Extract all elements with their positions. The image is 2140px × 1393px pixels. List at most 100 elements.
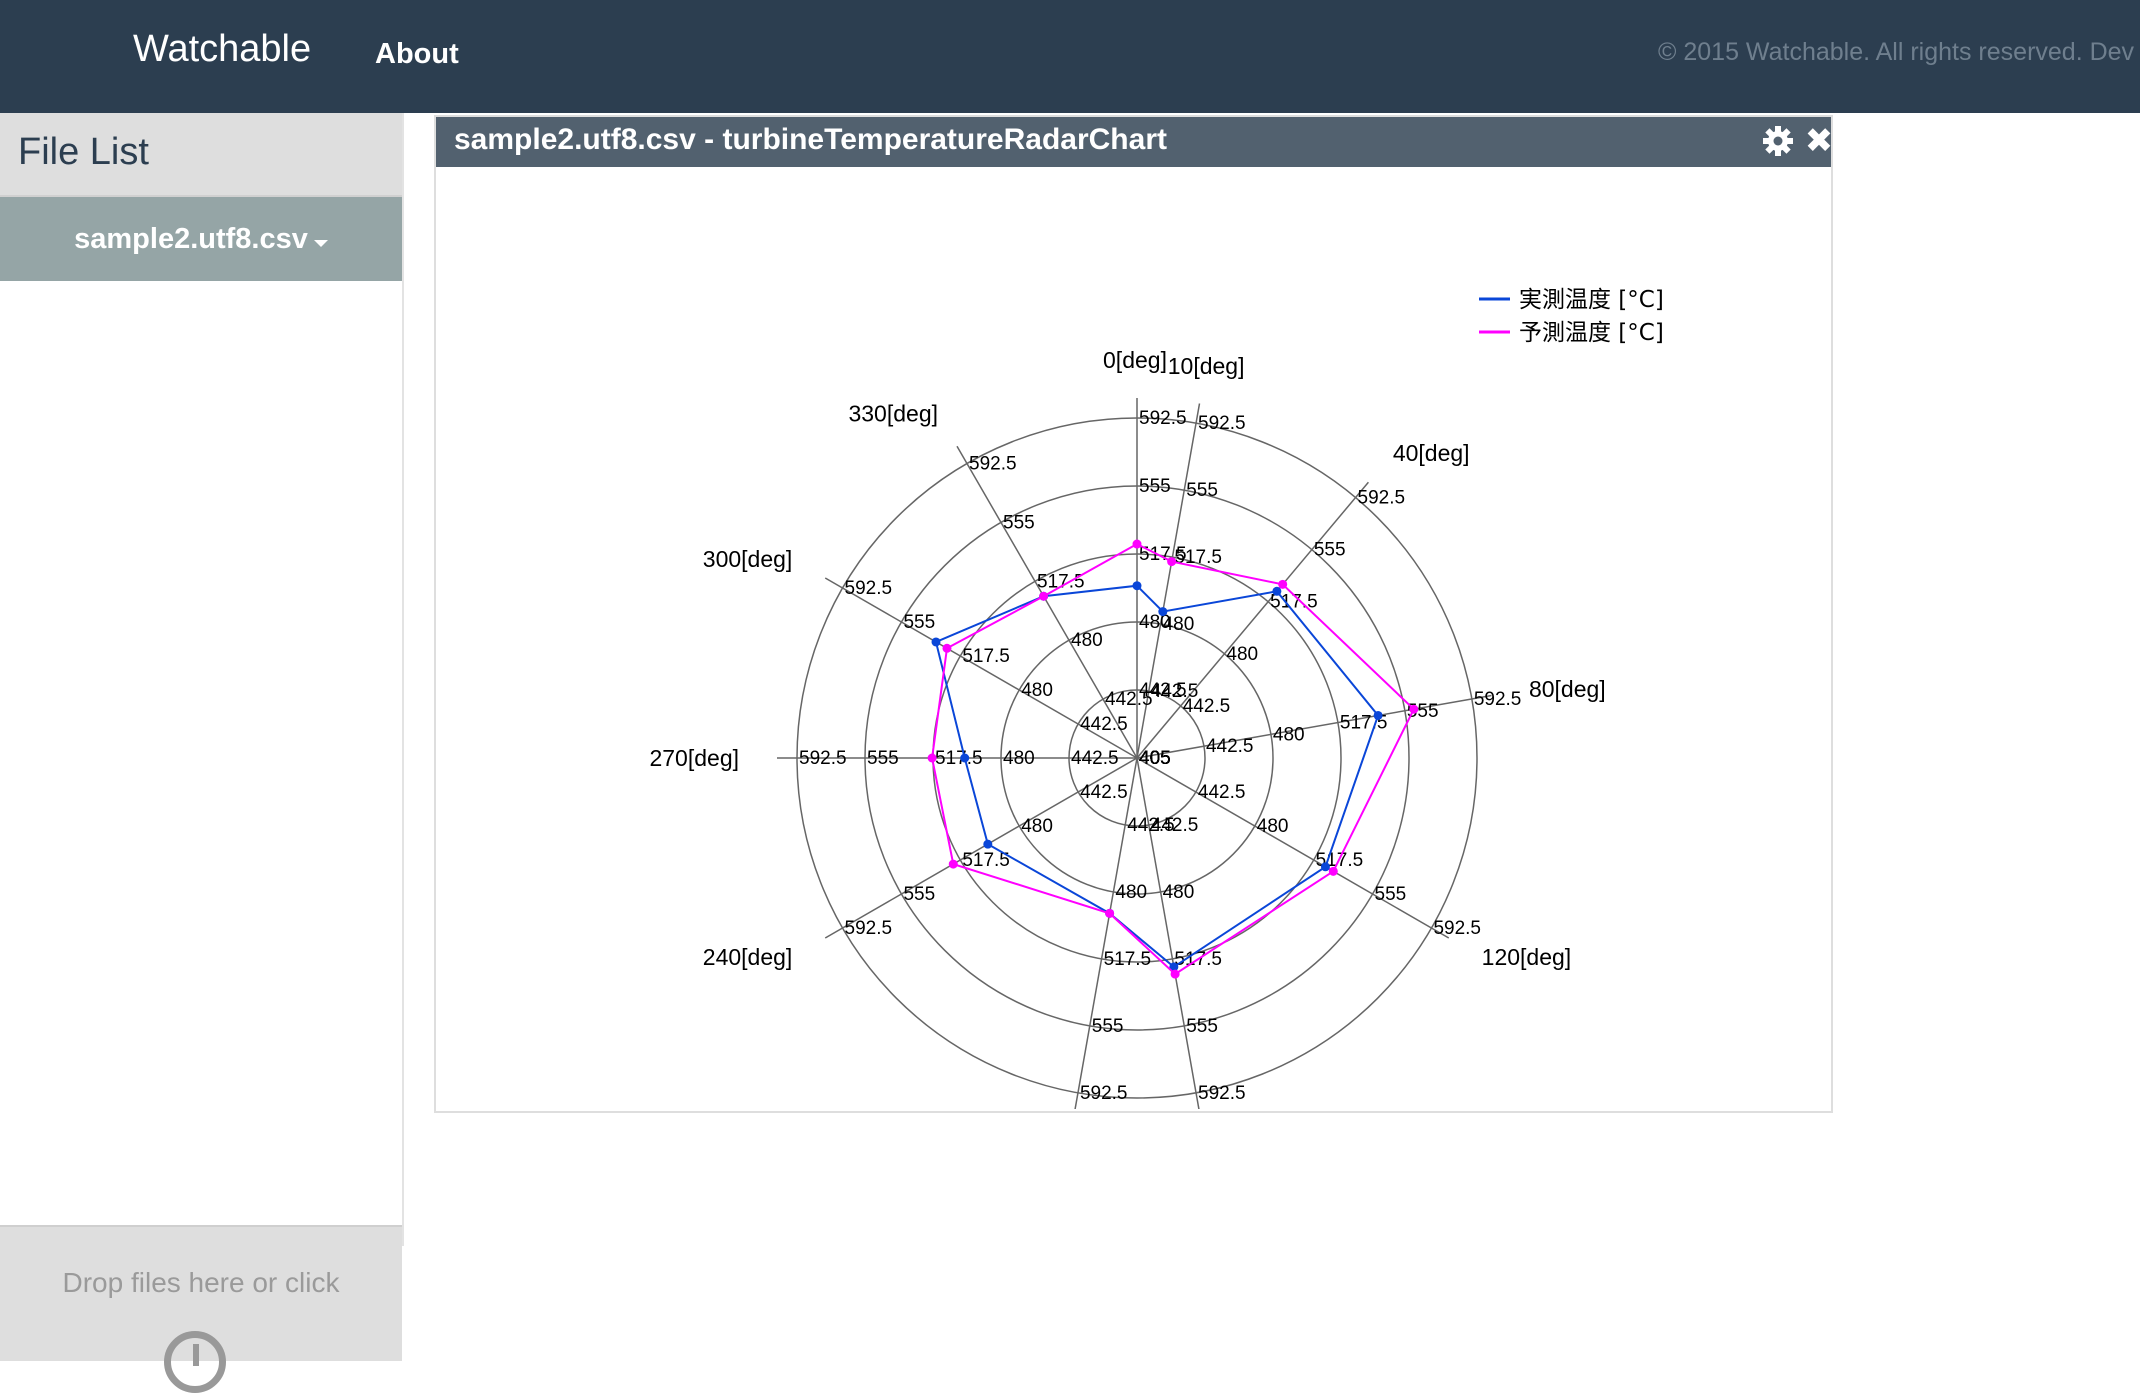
data-point	[1132, 539, 1142, 549]
tick-label: 517.5	[1174, 547, 1222, 568]
tick-label: 592.5	[799, 748, 847, 769]
data-point	[1132, 581, 1142, 591]
tick-label: 555	[1375, 884, 1407, 905]
tick-label: 480	[1003, 748, 1035, 769]
file-list-header: File List	[0, 113, 402, 197]
tick-label: 555	[1314, 540, 1346, 561]
sidebar: File List sample2.utf8.csv Drop files he…	[0, 113, 404, 1393]
tick-label: 592.5	[845, 578, 893, 599]
tick-label: 517.5	[935, 748, 983, 769]
tick-label: 555	[1139, 476, 1171, 497]
data-point	[1105, 908, 1115, 918]
radar-chart: 405442.5480517.5555592.5405442.5480517.5…	[649, 287, 1664, 1109]
data-point	[1170, 969, 1180, 979]
tick-label: 555	[867, 748, 899, 769]
axis-label: 80[deg]	[1529, 676, 1606, 702]
panel-header: sample2.utf8.csv - turbineTemperatureRad…	[436, 117, 1833, 167]
axis-label: 330[deg]	[848, 400, 938, 426]
upload-icon	[164, 1331, 226, 1393]
tick-label: 480	[1071, 630, 1103, 651]
data-point	[1328, 866, 1338, 876]
axis-label: 40[deg]	[1393, 440, 1470, 466]
radar-spoke	[1074, 757, 1138, 1109]
data-point	[948, 859, 958, 869]
caret-down-icon	[313, 240, 328, 248]
tick-label: 555	[903, 612, 935, 633]
tick-label: 592.5	[1198, 1083, 1246, 1104]
nav-link-about[interactable]: About	[375, 38, 459, 71]
axis-label: 120[deg]	[1482, 944, 1572, 970]
data-point	[983, 839, 993, 849]
tick-label: 442.5	[1206, 736, 1254, 757]
data-point	[1278, 579, 1288, 589]
tick-label: 592.5	[1080, 1083, 1128, 1104]
legend-label: 実測温度 [°C]	[1519, 287, 1664, 313]
tick-label: 592.5	[969, 454, 1017, 475]
tick-label: 442.5	[1080, 714, 1128, 735]
tick-label: 555	[1186, 1016, 1218, 1037]
axis-label: 240[deg]	[703, 944, 793, 970]
panel-title: sample2.utf8.csv - turbineTemperatureRad…	[454, 123, 1167, 156]
radial-tick-labels: 405442.5480517.5555592.5405442.5480517.5…	[799, 408, 1521, 1104]
data-point	[1158, 607, 1168, 617]
copyright-text: © 2015 Watchable. All rights reserved. D…	[1658, 38, 2135, 66]
tick-label: 592.5	[1358, 488, 1406, 509]
tick-label: 592.5	[1139, 408, 1187, 429]
tick-label: 480	[1257, 816, 1289, 837]
radar-spoke	[1136, 757, 1450, 939]
tick-label: 555	[1092, 1016, 1124, 1037]
tick-label: 592.5	[1198, 413, 1246, 434]
tick-label: 442.5	[1105, 689, 1153, 710]
axis-label: 0[deg]	[1103, 347, 1167, 373]
data-point	[931, 637, 941, 647]
tick-label: 480	[1115, 882, 1147, 903]
tick-label: 442.5	[1080, 782, 1128, 803]
legend-label: 予測温度 [°C]	[1519, 320, 1664, 346]
tick-label: 592.5	[1474, 689, 1522, 710]
chart-legend: 実測温度 [°C] 予測温度 [°C]	[1479, 287, 1664, 346]
brand-logo[interactable]: Watchable	[133, 28, 311, 71]
data-point	[960, 753, 970, 763]
tick-label: 480	[1021, 816, 1053, 837]
tick-label: 517.5	[1037, 571, 1085, 592]
file-item-dropdown[interactable]: sample2.utf8.csv	[0, 197, 402, 281]
tick-label: 517.5	[1104, 949, 1152, 970]
data-point	[1409, 704, 1419, 714]
tick-label: 442.5	[1198, 782, 1246, 803]
tick-label: 480	[1273, 724, 1305, 745]
gear-icon[interactable]	[1761, 124, 1795, 158]
file-drop-zone[interactable]: Drop files here or click	[0, 1225, 402, 1393]
tick-label: 442.5	[1127, 815, 1175, 836]
data-point	[1167, 557, 1177, 567]
tick-label: 592.5	[1433, 918, 1481, 939]
drop-zone-label: Drop files here or click	[62, 1267, 340, 1298]
tick-label: 555	[1003, 512, 1035, 533]
axis-label: 300[deg]	[703, 546, 793, 572]
tick-label: 442.5	[1071, 748, 1119, 769]
tick-label: 442.5	[1183, 696, 1231, 717]
tick-label: 592.5	[845, 918, 893, 939]
close-icon[interactable]: ✖	[1802, 124, 1836, 158]
top-navbar: Watchable About © 2015 Watchable. All ri…	[0, 0, 2140, 113]
tick-label: 555	[1186, 480, 1218, 501]
tick-label: 555	[903, 884, 935, 905]
tick-label: 517.5	[962, 646, 1010, 667]
tick-label: 480	[1021, 680, 1053, 701]
file-list-title: File List	[18, 131, 149, 173]
axis-label: 10[deg]	[1168, 353, 1245, 379]
data-point	[927, 753, 937, 763]
tick-label: 405	[1139, 748, 1171, 769]
data-point	[1373, 710, 1383, 720]
tick-label: 480	[1163, 614, 1195, 635]
data-point	[1272, 586, 1282, 596]
axis-label: 270[deg]	[649, 745, 739, 771]
file-item-label: sample2.utf8.csv	[74, 223, 308, 255]
radar-spoke	[1136, 757, 1200, 1109]
data-point	[1039, 591, 1049, 601]
data-point	[942, 643, 952, 653]
radar-spoke	[956, 445, 1138, 759]
chart-panel: sample2.utf8.csv - turbineTemperatureRad…	[434, 115, 1833, 1113]
data-point	[1320, 862, 1330, 872]
tick-label: 480	[1163, 882, 1195, 903]
tick-label: 480	[1226, 644, 1258, 665]
